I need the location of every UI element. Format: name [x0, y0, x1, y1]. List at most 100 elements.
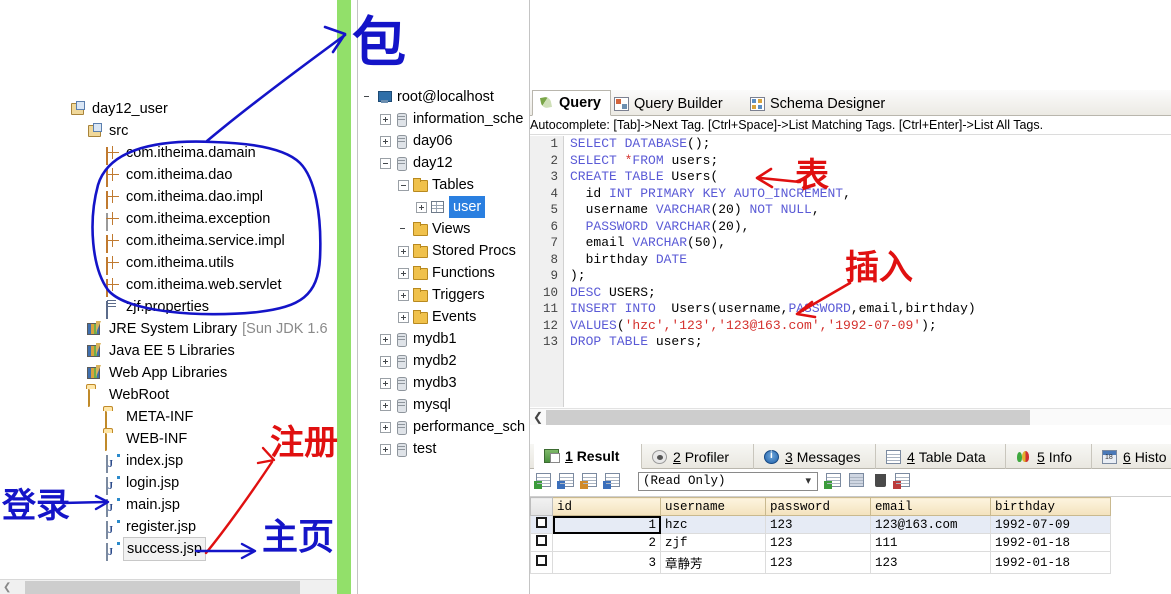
db-tree-item[interactable]: Stored Procs — [358, 240, 529, 262]
db-tree-item[interactable]: day06 — [358, 130, 529, 152]
save-row-icon[interactable] — [849, 473, 866, 490]
cell-password[interactable]: 123 — [765, 515, 871, 534]
project-tree-item[interactable]: com.itheima.web.servlet — [0, 274, 337, 297]
scrollbar-thumb[interactable] — [25, 581, 300, 594]
cell-username[interactable]: hzc — [660, 515, 766, 534]
sql-editor-panel[interactable]: Query Query Builder Schema Designer Autoco… — [530, 0, 1171, 594]
column-header-username[interactable]: username — [660, 497, 766, 516]
cell-id[interactable]: 2 — [552, 533, 661, 552]
sql-code-area[interactable]: 1 2 3 4 5 6 7 8 9 10 11 12 13 SELECT DATABASE(); SELE… — [530, 136, 1171, 407]
expand-plus-icon[interactable] — [380, 113, 391, 125]
result-table[interactable]: id username password email birthday 1 hzc 123 1… — [530, 497, 1111, 574]
expand-plus-icon[interactable] — [398, 245, 409, 257]
column-header-id[interactable]: id — [552, 497, 661, 516]
export-grid-icon[interactable] — [580, 473, 599, 490]
code-line[interactable]: CREATE TABLE Users( — [570, 169, 1171, 186]
code-line[interactable]: VALUES('hzc','123','123@163.com','1992-0… — [570, 318, 1171, 335]
project-horizontal-scrollbar[interactable]: ❮ — [0, 579, 337, 594]
result-tab-bar[interactable]: 1 Result2 Profiler3 Messages4 Table Data… — [530, 444, 1171, 469]
cell-password[interactable]: 123 — [765, 551, 871, 574]
row-checkbox[interactable] — [536, 555, 547, 566]
project-tree-item[interactable]: WebRoot — [0, 384, 337, 407]
result-tab-table-data[interactable]: 4 Table Data — [876, 444, 1006, 469]
expand-plus-icon[interactable] — [380, 135, 391, 147]
cell-id[interactable]: 1 — [552, 515, 661, 534]
column-header-birthday[interactable]: birthday — [990, 497, 1111, 516]
table-body[interactable]: 1 hzc 123 123@163.com 1992-07-09 2 zjf 123 111 19… — [530, 515, 1111, 574]
editor-horizontal-scrollbar[interactable]: ❮ — [530, 408, 1171, 425]
code-line[interactable]: INSERT INTO Users(username,PASSWORD,emai… — [570, 301, 1171, 318]
scroll-left-arrow-icon[interactable]: ❮ — [3, 582, 11, 593]
cell-birthday[interactable]: 1992-01-18 — [990, 533, 1111, 552]
project-tree-item[interactable]: Jregister.jsp — [0, 516, 337, 539]
db-tree-item[interactable]: root@localhost — [358, 86, 529, 108]
result-tab-histo[interactable]: 6 Histo — [1092, 444, 1171, 469]
apply-changes-icon[interactable] — [557, 473, 576, 490]
cell-email[interactable]: 123@163.com — [870, 515, 991, 534]
expand-plus-icon[interactable] — [398, 311, 409, 323]
project-tree-item[interactable]: com.itheima.dao — [0, 164, 337, 187]
code-line[interactable]: PASSWORD VARCHAR(20), — [570, 219, 1171, 236]
result-toolbar[interactable]: (Read Only) ▾ — [530, 470, 1171, 494]
cell-password[interactable]: 123 — [765, 533, 871, 552]
table-row[interactable]: 1 hzc 123 123@163.com 1992-07-09 — [530, 515, 1111, 534]
project-tree-item[interactable]: WEB-INF — [0, 428, 337, 451]
column-header-email[interactable]: email — [870, 497, 991, 516]
project-tree-item[interactable]: com.itheima.utils — [0, 252, 337, 275]
row-select-header[interactable] — [530, 497, 553, 516]
row-checkbox[interactable] — [536, 535, 547, 546]
db-tree-item[interactable]: mydb3 — [358, 372, 529, 394]
editor-scrollbar-thumb[interactable] — [546, 410, 1030, 425]
project-tree-item[interactable]: com.itheima.service.impl — [0, 230, 337, 253]
editor-tab-schema-designer[interactable]: Schema Designer — [744, 91, 894, 116]
project-tree-item[interactable]: com.itheima.dao.impl — [0, 186, 337, 209]
code-line[interactable]: SELECT *FROM users; — [570, 153, 1171, 170]
db-tree-item[interactable]: user — [358, 196, 529, 218]
project-tree-item[interactable]: src — [0, 120, 337, 142]
code-line[interactable]: DESC USERS; — [570, 285, 1171, 302]
database-explorer-panel[interactable]: root@localhost information_sche day06 day12… — [358, 86, 529, 594]
expand-plus-icon[interactable] — [380, 399, 391, 411]
db-tree-item[interactable]: Triggers — [358, 284, 529, 306]
delete-row-icon[interactable] — [872, 473, 889, 490]
collapse-minus-icon[interactable] — [398, 179, 409, 191]
table-row[interactable]: 3 章静芳 123 123 1992-01-18 — [530, 551, 1111, 574]
expand-plus-icon[interactable] — [380, 377, 391, 389]
expand-plus-icon[interactable] — [398, 267, 409, 279]
row-select-cell[interactable] — [530, 551, 553, 574]
expand-plus-icon[interactable] — [416, 201, 427, 213]
editor-tab-bar[interactable]: Query Query Builder Schema Designer — [530, 90, 1171, 116]
code-line[interactable]: birthday DATE — [570, 252, 1171, 269]
cell-id[interactable]: 3 — [552, 551, 661, 574]
expand-plus-icon[interactable] — [398, 289, 409, 301]
code-line[interactable]: SELECT DATABASE(); — [570, 136, 1171, 153]
result-tab-messages[interactable]: 3 Messages — [754, 444, 876, 469]
expand-plus-icon[interactable] — [380, 421, 391, 433]
cell-email[interactable]: 123 — [870, 551, 991, 574]
project-tree-item[interactable]: Jsuccess.jsp — [0, 537, 337, 561]
db-tree-item[interactable]: Functions — [358, 262, 529, 284]
sql-code-lines[interactable]: SELECT DATABASE(); SELECT *FROM users; CRE… — [570, 136, 1171, 351]
db-tree-item[interactable]: mysql — [358, 394, 529, 416]
database-tree[interactable]: root@localhost information_sche day06 day12… — [358, 86, 529, 460]
project-tree-item[interactable]: JRE System Library [Sun JDK 1.6 — [0, 318, 337, 340]
db-tree-item[interactable]: mydb2 — [358, 350, 529, 372]
editor-scroll-left-arrow-icon[interactable]: ❮ — [533, 409, 543, 426]
result-tab-profiler[interactable]: 2 Profiler — [642, 444, 754, 469]
expand-plus-icon[interactable] — [380, 355, 391, 367]
project-tree-item[interactable]: zjf.properties — [0, 296, 337, 319]
project-tree-item[interactable]: Web App Libraries — [0, 362, 337, 384]
db-tree-item[interactable]: mydb1 — [358, 328, 529, 350]
expand-plus-icon[interactable] — [380, 443, 391, 455]
project-tree-item[interactable]: Jlogin.jsp — [0, 472, 337, 495]
post-edit-icon[interactable] — [824, 473, 843, 490]
db-tree-item[interactable]: Events — [358, 306, 529, 328]
expand-plus-icon[interactable] — [380, 333, 391, 345]
project-tree-item[interactable]: day12_user — [0, 98, 337, 120]
column-header-password[interactable]: password — [765, 497, 871, 516]
cell-username[interactable]: zjf — [660, 533, 766, 552]
row-select-cell[interactable] — [530, 515, 553, 534]
new-record-icon[interactable] — [534, 473, 553, 490]
refresh-grid-icon[interactable] — [603, 473, 622, 490]
db-tree-item[interactable]: day12 — [358, 152, 529, 174]
